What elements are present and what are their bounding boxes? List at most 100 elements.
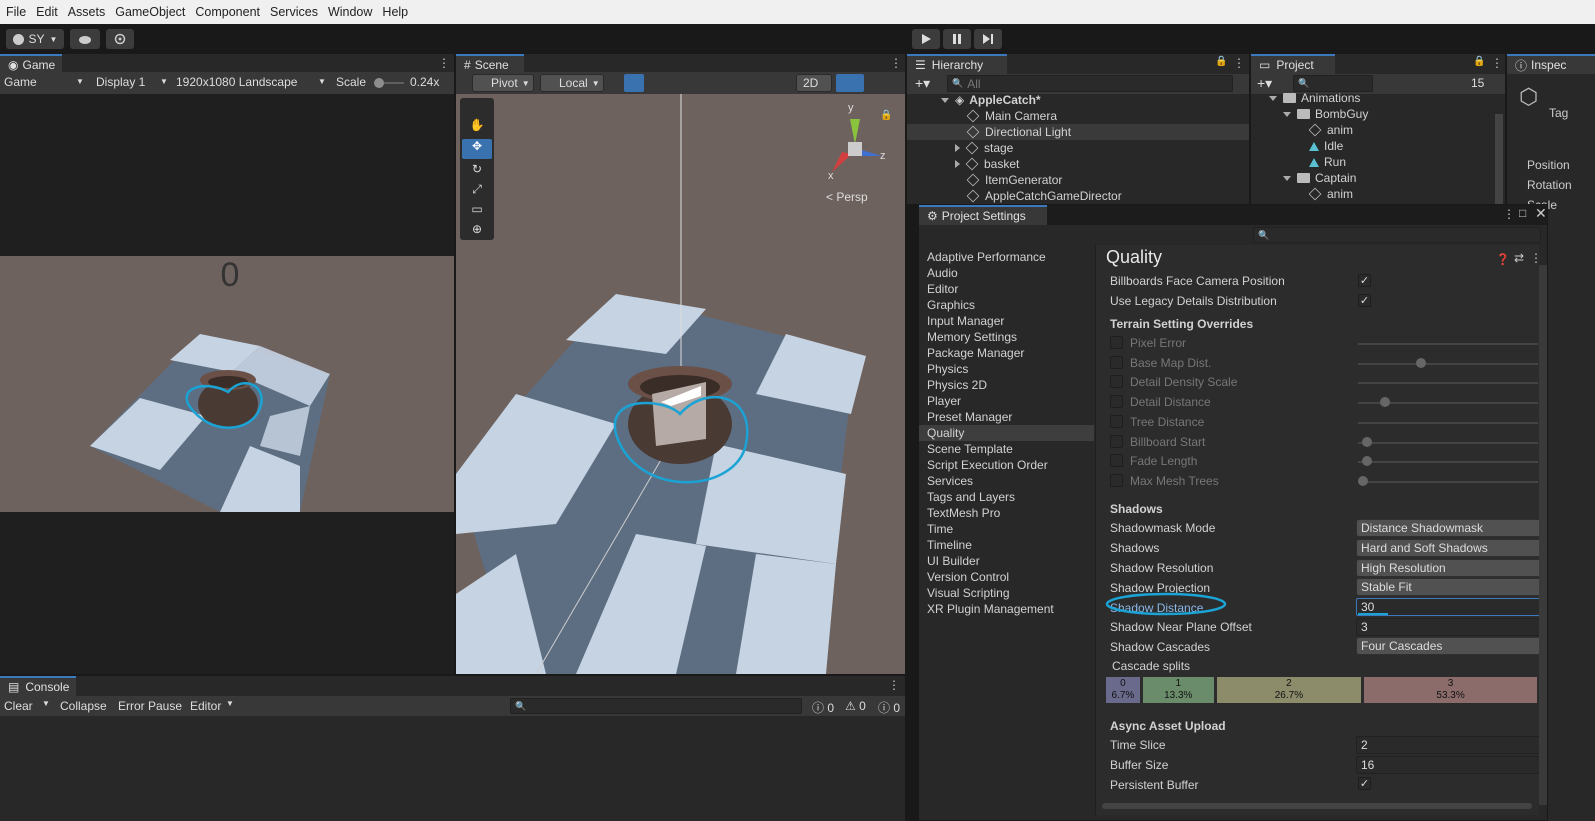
lighting-toggle[interactable] [836, 74, 864, 92]
settings-category-item[interactable]: Tags and Layers [919, 489, 1094, 505]
collapse-button[interactable]: Collapse [60, 699, 107, 713]
terrain-override-checkbox[interactable] [1110, 473, 1123, 487]
horizontal-scrollbar[interactable] [1102, 803, 1532, 809]
list-item[interactable]: Captain [1251, 170, 1495, 186]
rect-tool[interactable]: ▭ [466, 202, 488, 220]
warning-count-toggle[interactable]: ⚠ 0 [845, 699, 866, 713]
play-button[interactable] [912, 29, 940, 49]
shadow-projection-dropdown[interactable]: Stable Fit [1356, 578, 1539, 596]
scene-row[interactable]: ◈ AppleCatch* [907, 92, 1249, 108]
panel-menu-icon[interactable]: ⋮ [888, 678, 900, 692]
terrain-override-slider[interactable] [1358, 480, 1538, 483]
panel-menu-icon[interactable]: ⋮ [438, 56, 450, 70]
tab-game[interactable]: ◉ Game [0, 54, 62, 74]
list-item[interactable]: stage [907, 140, 1249, 156]
list-item[interactable]: Animations [1251, 90, 1495, 106]
settings-category-item[interactable]: Services [919, 473, 1094, 489]
terrain-override-slider[interactable] [1358, 461, 1538, 464]
account-dropdown[interactable]: SY ▼ [6, 29, 64, 49]
list-item[interactable]: Directional Light [907, 124, 1249, 140]
settings-category-item[interactable]: Quality [919, 425, 1094, 441]
panel-menu-icon[interactable]: ⋮ [1491, 56, 1503, 70]
step-button[interactable] [974, 29, 1002, 49]
hidden-count-badge[interactable]: 15 [1471, 76, 1484, 90]
settings-category-item[interactable]: Graphics [919, 297, 1094, 313]
tab-project-settings[interactable]: ⚙ Project Settings [919, 205, 1047, 225]
local-dropdown[interactable]: Local ▼ [540, 74, 604, 92]
slider-knob[interactable] [1379, 397, 1390, 408]
menu-help[interactable]: Help [382, 5, 408, 19]
menu-assets[interactable]: Assets [68, 5, 106, 19]
panel-menu-icon[interactable]: ⋮ [1233, 56, 1245, 70]
error-pause-button[interactable]: Error Pause [118, 699, 182, 713]
shadows-dropdown[interactable]: Hard and Soft Shadows [1356, 539, 1539, 557]
scene-view[interactable]: ✋ ✥ ↻ ⤢ ▭ ⊕ y x z 🔒 < Persp [456, 94, 905, 674]
settings-category-item[interactable]: Adaptive Performance [919, 249, 1094, 265]
slider-knob[interactable] [1358, 475, 1368, 486]
vertical-scrollbar[interactable] [1539, 265, 1547, 805]
cascade-splits-bar[interactable]: 0 6.7% 1 13.3% 2 26.7% 3 53.3% [1106, 677, 1539, 703]
list-item[interactable]: Main Camera [907, 108, 1249, 124]
settings-category-item[interactable]: Audio [919, 265, 1094, 281]
terrain-override-checkbox[interactable] [1110, 336, 1123, 349]
menu-window[interactable]: Window [328, 5, 372, 19]
terrain-override-checkbox[interactable] [1110, 355, 1123, 369]
terrain-override-slider[interactable] [1358, 441, 1538, 444]
settings-category-item[interactable]: UI Builder [919, 553, 1094, 569]
cascade-segment[interactable]: 0 6.7% [1106, 677, 1143, 703]
lock-icon[interactable]: 🔒 [1473, 56, 1485, 67]
collab-button[interactable] [106, 29, 134, 49]
settings-category-item[interactable]: Player [919, 393, 1094, 409]
slider-knob[interactable] [1361, 436, 1372, 447]
help-icon[interactable]: ❓ [1496, 253, 1510, 266]
menu-edit[interactable]: Edit [36, 5, 58, 19]
pivot-dropdown[interactable]: Pivot ▼ [472, 74, 534, 92]
list-item[interactable]: basket [907, 156, 1249, 172]
shadowmask-mode-dropdown[interactable]: Distance Shadowmask [1356, 519, 1539, 537]
settings-category-item[interactable]: Input Manager [919, 313, 1094, 329]
hierarchy-search-input[interactable]: 🔍 All [947, 75, 1233, 92]
list-item[interactable]: anim [1251, 122, 1495, 138]
slider-knob[interactable] [1415, 357, 1426, 368]
log-count-toggle[interactable]: ⓘ 0 [812, 699, 834, 716]
settings-category-item[interactable]: Script Execution Order [919, 457, 1094, 473]
cascade-segment[interactable]: 3 53.3% [1364, 677, 1539, 703]
display-dropdown[interactable]: Display 1 ▼ [96, 75, 170, 89]
rotate-tool[interactable]: ↻ [466, 162, 488, 180]
terrain-override-checkbox[interactable] [1110, 454, 1123, 468]
terrain-override-slider[interactable] [1358, 362, 1538, 365]
clear-button[interactable]: Clear [4, 699, 33, 713]
panel-menu-icon[interactable]: ⋮ [1503, 207, 1515, 221]
billboards-face-checkbox[interactable]: ✓ [1358, 274, 1371, 287]
panel-menu-icon[interactable]: ⋮ [890, 56, 902, 70]
game-view[interactable]: 0 [0, 256, 454, 512]
settings-category-item[interactable]: Physics 2D [919, 377, 1094, 393]
menu-file[interactable]: File [6, 5, 26, 19]
cloud-button[interactable] [70, 29, 100, 49]
menu-gameobject[interactable]: GameObject [115, 5, 185, 19]
shadow-resolution-dropdown[interactable]: High Resolution [1356, 559, 1539, 577]
terrain-override-checkbox[interactable] [1110, 414, 1123, 428]
editor-dropdown[interactable]: Editor [190, 699, 221, 713]
time-slice-input[interactable]: 2 [1356, 736, 1539, 754]
game-view-dropdown[interactable]: Game ▼ [4, 75, 86, 89]
settings-category-item[interactable]: Physics [919, 361, 1094, 377]
legacy-details-checkbox[interactable]: ✓ [1358, 294, 1371, 307]
lock-icon[interactable]: 🔒 [1215, 56, 1227, 67]
settings-category-item[interactable]: Preset Manager [919, 409, 1094, 425]
move-tool[interactable]: ✥ [462, 139, 492, 159]
list-item[interactable]: ItemGenerator [907, 172, 1249, 188]
tab-inspector[interactable]: ⓘ Inspec [1507, 54, 1595, 74]
persp-label[interactable]: < Persp [826, 190, 868, 204]
settings-search-input[interactable]: 🔍 [1253, 227, 1541, 243]
terrain-override-slider[interactable] [1358, 421, 1538, 424]
hand-tool[interactable]: ✋ [466, 118, 488, 136]
error-count-toggle[interactable]: ⓘ 0 [878, 699, 900, 716]
clear-options-chevron-icon[interactable]: ▼ [42, 699, 50, 708]
list-item[interactable]: BombGuy [1251, 106, 1495, 122]
terrain-override-checkbox[interactable] [1110, 395, 1123, 409]
cascade-segment[interactable]: 1 13.3% [1142, 677, 1217, 703]
tab-console[interactable]: ▤ Console [0, 676, 76, 696]
terrain-override-checkbox[interactable] [1110, 375, 1123, 389]
terrain-override-slider[interactable] [1358, 382, 1538, 385]
